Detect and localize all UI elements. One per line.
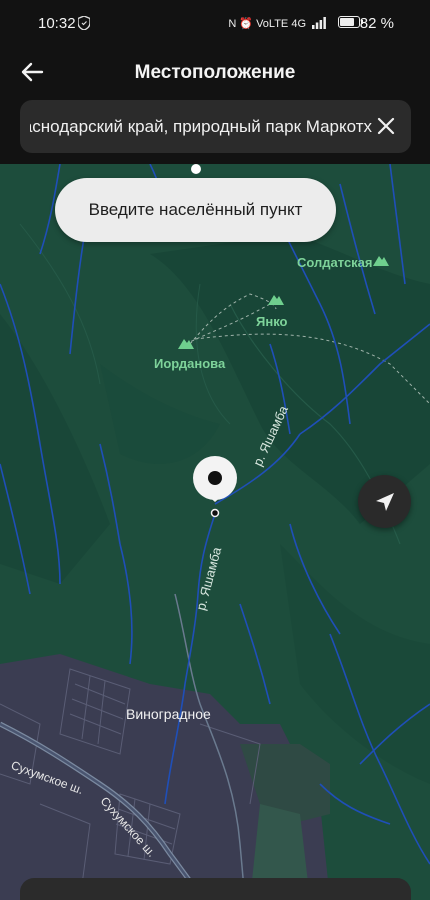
navigation-arrow-icon (375, 492, 394, 511)
mountain-peak-icon (373, 256, 389, 266)
search-bar[interactable] (20, 100, 411, 153)
town-label: Виноградное (126, 706, 211, 722)
search-input[interactable] (20, 100, 372, 153)
map-view[interactable]: Солдатская Янко Иорданова р. Яшамба р. Я… (0, 164, 430, 900)
header: Местоположение (0, 46, 430, 164)
map-pin-icon[interactable] (192, 456, 238, 518)
peak-label-iordanova: Иорданова (154, 356, 226, 371)
battery-icon (338, 16, 363, 28)
status-icons: N ⏰ VoLTE 4G (228, 13, 326, 33)
tooltip-pointer (191, 164, 201, 174)
signal-icon (312, 17, 326, 29)
shield-icon (78, 16, 90, 30)
battery-percent: 82 % (359, 15, 394, 32)
peak-label-yanko: Янко (256, 314, 288, 329)
close-icon[interactable] (375, 115, 397, 137)
status-bar: 10:32 N ⏰ VoLTE 4G 82 % (0, 0, 430, 46)
hint-tooltip: Введите населённый пункт (55, 178, 336, 242)
status-time: 10:32 (38, 15, 76, 32)
mountain-peak-icon (178, 339, 194, 349)
locate-me-button[interactable] (358, 475, 411, 528)
page-title: Местоположение (134, 62, 296, 83)
network-status-text: N ⏰ VoLTE 4G (228, 17, 306, 30)
peak-label-soldatskaya: Солдатская (297, 255, 373, 270)
mountain-peak-icon (268, 295, 284, 305)
bottom-sheet[interactable] (20, 878, 411, 900)
battery-fill (340, 18, 354, 26)
